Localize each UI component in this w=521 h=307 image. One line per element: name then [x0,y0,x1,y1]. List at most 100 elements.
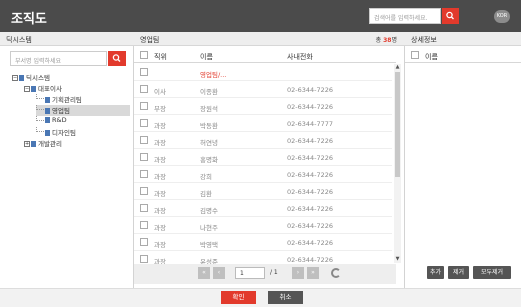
row-checkbox[interactable] [140,187,148,195]
detail-col-name: 이름 [425,53,438,61]
cell-name: 나현주 [200,224,218,232]
row-checkbox[interactable] [140,153,148,161]
prev-page-icon[interactable]: ‹ [213,267,225,279]
row-checkbox[interactable] [140,119,148,127]
collapse-icon[interactable]: − [12,75,18,81]
table-row[interactable]: 과장 홍명화 02-6344-7226 [134,149,392,166]
table-row[interactable]: 과장 김명수 02-6344-7226 [134,200,392,217]
tree-node-dev-mgmt[interactable]: + 개발관리 [24,138,62,149]
tree-node-planning[interactable]: 기획관리팀 [36,94,82,105]
row-checkbox[interactable] [140,255,148,263]
detail-header: 상세정보 [405,32,521,46]
member-count: 총 38명 [376,35,397,44]
table-row[interactable]: 과장 나현주 02-6344-7226 [134,217,392,234]
tree-node-dixsystem[interactable]: − 딕시스템 [12,72,50,83]
folder-icon [31,86,36,92]
table-row[interactable]: 부장 장원석 02-6344-7226 [134,98,392,115]
cancel-button[interactable]: 취소 [268,291,303,304]
dept-search-button[interactable] [108,51,126,66]
table-row[interactable]: 과장 박영택 02-6344-7226 [134,234,392,251]
tree-node-label: 기획관리팀 [52,96,82,104]
row-checkbox[interactable] [140,136,148,144]
cell-position: 과장 [154,224,166,232]
window-title: 조직도 [11,12,47,27]
select-all-checkbox[interactable] [140,51,148,59]
remove-button[interactable]: 제거 [448,266,469,279]
cell-position: 과장 [154,190,166,198]
detail-panel [405,32,521,288]
table-row[interactable]: 과장 강희 02-6344-7226 [134,166,392,183]
cell-name: 김명수 [200,207,218,215]
col-position: 직위 [154,53,167,61]
tree-node-rnd[interactable]: R&D [36,116,67,127]
row-checkbox[interactable] [140,221,148,229]
scroll-down-icon[interactable]: ▼ [395,257,400,262]
row-checkbox[interactable] [140,204,148,212]
folder-icon [19,75,24,81]
cell-phone: 02-6344-7226 [287,103,334,111]
table-row[interactable]: 과장 김환 02-6344-7226 [134,183,392,200]
table-row[interactable]: 과장 박동환 02-6344-7777 [134,115,392,132]
detail-table-header: 이름 [405,48,521,63]
cell-name: 영업팀/... [200,71,227,79]
global-search-input[interactable]: 검색어를 입력하세요. [369,8,441,24]
scroll-up-icon[interactable]: ▲ [395,65,400,70]
cell-name: 강희 [200,173,212,181]
ok-button[interactable]: 확인 [221,291,256,304]
col-name: 이름 [200,53,213,61]
cell-position: 부장 [154,105,166,113]
refresh-icon[interactable] [331,268,341,278]
expand-icon[interactable]: + [24,141,30,147]
row-checkbox[interactable] [140,170,148,178]
table-row[interactable]: 과장 허연녕 02-6344-7226 [134,132,392,149]
table-row[interactable]: 이사 이종환 02-6344-7226 [134,81,392,98]
first-page-icon[interactable]: « [198,267,210,279]
search-icon [446,11,454,20]
next-page-icon[interactable]: › [292,267,304,279]
folder-icon [45,108,50,114]
row-checkbox[interactable] [140,85,148,93]
cell-name: 장원석 [200,105,218,113]
tree-node-ceo[interactable]: − 대표이사 [24,83,62,94]
table-row[interactable]: 영업팀/... [134,64,392,81]
cell-phone: 02-6344-7777 [287,120,334,128]
cell-position: 과장 [154,156,166,164]
cell-phone: 02-6344-7226 [287,137,334,145]
cell-phone: 02-6344-7226 [287,205,334,213]
collapse-icon[interactable]: − [24,86,30,92]
page-number-input[interactable]: 1 [235,267,265,279]
add-button[interactable]: 추가 [427,266,444,279]
cell-position: 과장 [154,122,166,130]
dept-search-input[interactable]: 부서명 입력하세요 [10,51,107,66]
cell-position: 과장 [154,139,166,147]
cell-name: 이종환 [200,88,218,96]
tree-connector [36,105,44,110]
tree-node-label: R&D [52,116,67,124]
last-page-icon[interactable]: » [307,267,319,279]
count-suffix: 명 [391,37,397,44]
cell-phone: 02-6344-7226 [287,256,334,264]
dialog-footer [0,288,521,307]
member-table-header: 직위 이름 사내전화 [134,48,396,63]
tree-node-label: 디자인팀 [52,129,76,137]
pagination-bar [134,264,396,284]
remove-all-button[interactable]: 모두제거 [473,266,511,279]
cell-position: 과장 [154,241,166,249]
tree-node-sales[interactable]: 영업팀 [36,105,130,116]
tree-node-design[interactable]: 디자인팀 [36,127,76,138]
global-search-button[interactable] [442,8,459,24]
cell-name: 김환 [200,190,212,198]
row-checkbox[interactable] [140,102,148,110]
search-icon [112,54,121,62]
count-prefix: 총 [375,37,382,44]
cell-position: 이사 [154,88,166,96]
cell-position: 과장 [154,207,166,215]
cell-phone: 02-6344-7226 [287,154,334,162]
row-checkbox[interactable] [140,238,148,246]
folder-icon [45,117,50,123]
scrollbar-thumb[interactable] [395,72,400,177]
detail-select-all-checkbox[interactable] [411,51,419,59]
row-checkbox[interactable] [140,68,148,76]
language-button[interactable]: KOR [494,10,510,23]
cell-phone: 02-6344-7226 [287,222,334,230]
